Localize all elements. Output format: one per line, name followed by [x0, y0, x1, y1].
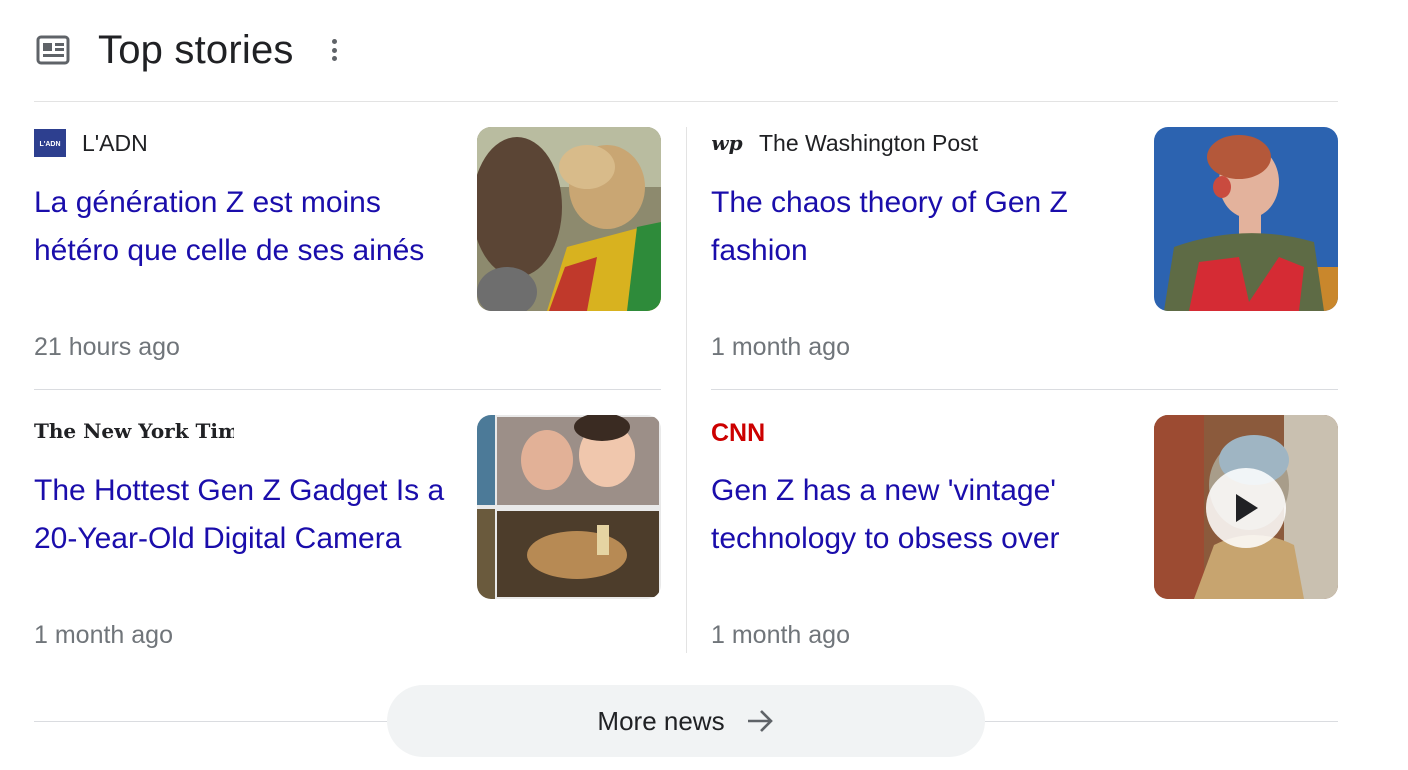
- more-news-button[interactable]: More news: [387, 685, 985, 757]
- story-headline[interactable]: Gen Z has a new 'vintage' technology to …: [711, 467, 1141, 563]
- more-news-divider-left: [34, 721, 387, 722]
- source-name: L'ADN: [82, 129, 148, 156]
- cnn-logo: CNN: [711, 417, 771, 445]
- story-thumbnail[interactable]: [477, 415, 661, 599]
- story-card-washington-post[interactable]: wp The Washington Post The chaos theory …: [711, 127, 1338, 389]
- more-options-icon[interactable]: [330, 35, 340, 65]
- story-source: wp The Washington Post: [711, 127, 978, 159]
- ladn-logo: L'ADN: [34, 129, 66, 157]
- header-divider: [34, 101, 1338, 102]
- more-news-divider-right: [985, 721, 1338, 722]
- story-timestamp: 1 month ago: [711, 333, 850, 361]
- story-source: The New York Times: [34, 415, 250, 447]
- play-icon[interactable]: [1206, 468, 1286, 548]
- story-card-cnn[interactable]: CNN Gen Z has a new 'vintage' technology…: [711, 415, 1338, 677]
- story-thumbnail[interactable]: [1154, 415, 1338, 599]
- row-divider-left: [34, 389, 661, 390]
- cnn-logo-text: CNN: [711, 419, 765, 445]
- story-card-nyt[interactable]: The New York Times The Hottest Gen Z Gad…: [34, 415, 661, 677]
- row-divider-right: [711, 389, 1338, 390]
- nyt-logo-text: The New York Times: [34, 419, 234, 443]
- washington-post-logo-text: wp: [711, 131, 742, 155]
- section-title: Top stories: [98, 27, 294, 72]
- story-source: CNN: [711, 415, 787, 447]
- story-thumbnail[interactable]: [1154, 127, 1338, 311]
- column-divider: [686, 127, 687, 653]
- story-timestamp: 1 month ago: [711, 621, 850, 649]
- arrow-right-icon: [745, 708, 775, 734]
- story-timestamp: 21 hours ago: [34, 333, 180, 361]
- story-thumbnail[interactable]: [477, 127, 661, 311]
- story-headline[interactable]: The chaos theory of Gen Z fashion: [711, 179, 1141, 275]
- source-name: The Washington Post: [759, 129, 979, 156]
- top-stories-header: Top stories: [34, 22, 340, 78]
- more-news-label: More news: [597, 705, 725, 736]
- new-york-times-logo: The New York Times: [34, 417, 234, 445]
- story-headline[interactable]: The Hottest Gen Z Gadget Is a 20-Year-Ol…: [34, 467, 464, 563]
- ladn-logo-text: L'ADN: [39, 141, 60, 148]
- story-timestamp: 1 month ago: [34, 621, 173, 649]
- washington-post-logo: wp: [711, 129, 743, 157]
- story-card-ladn[interactable]: L'ADN L'ADN La génération Z est moins hé…: [34, 127, 661, 389]
- story-headline[interactable]: La génération Z est moins hétéro que cel…: [34, 179, 464, 275]
- news-icon: [34, 31, 72, 69]
- story-source: L'ADN L'ADN: [34, 127, 148, 159]
